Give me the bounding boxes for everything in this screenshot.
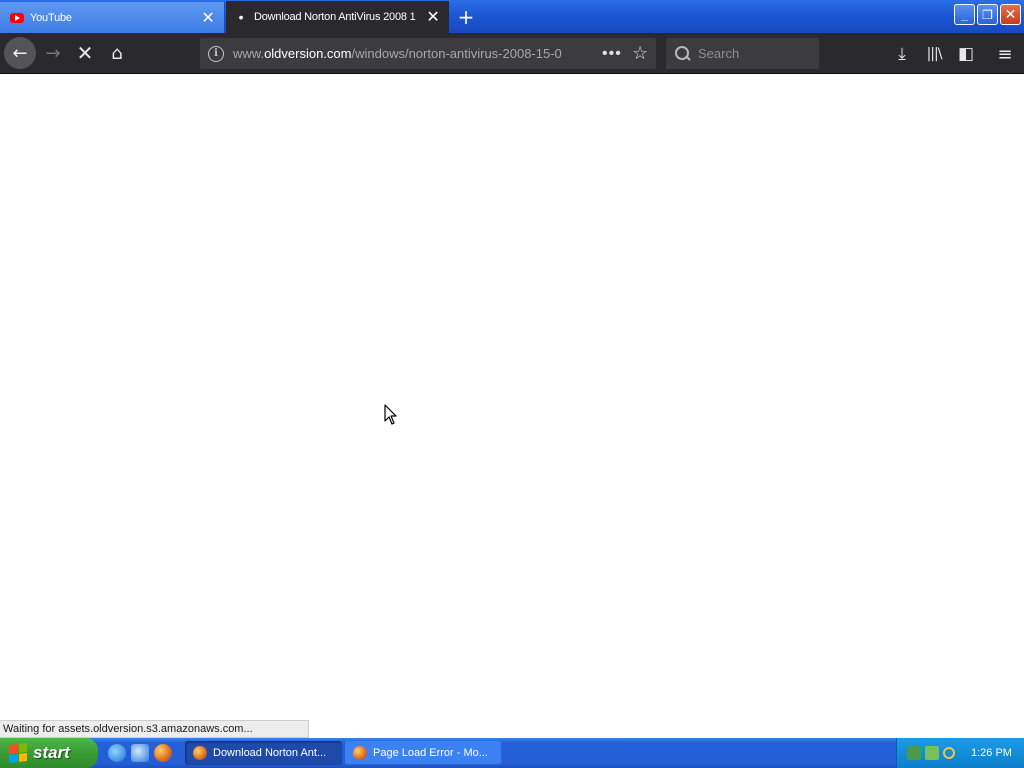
restore-button[interactable]: ❐: [977, 4, 998, 25]
firefox-icon[interactable]: [154, 744, 172, 762]
url-prefix: www.: [233, 46, 265, 61]
clock[interactable]: 1:26 PM: [971, 747, 1012, 759]
hamburger-menu-icon[interactable]: ≡: [993, 42, 1017, 66]
page-content: [0, 74, 1024, 738]
taskbar-item-download-norton[interactable]: Download Norton Ant...: [185, 741, 342, 765]
url-path: /windows/norton-antivirus-2008-15-0: [351, 46, 562, 61]
new-tab-button[interactable]: +: [454, 5, 478, 29]
start-label: start: [33, 743, 70, 762]
tab-close-icon[interactable]: ✕: [423, 7, 443, 27]
site-info-icon[interactable]: i: [208, 45, 224, 62]
outlook-express-icon[interactable]: [131, 744, 149, 762]
bookmark-star-icon[interactable]: ☆: [632, 43, 648, 64]
navigation-toolbar: ← → ✕ ⌂ i www.oldversion.com/windows/nor…: [0, 33, 1024, 74]
mouse-cursor-icon: [384, 404, 397, 425]
forward-button[interactable]: →: [37, 37, 69, 69]
url-domain: oldversion.com: [264, 46, 352, 61]
taskbar: start Download Norton Ant... Page Load E…: [0, 738, 1024, 768]
search-icon: [674, 45, 692, 63]
browser-tab-strip: YouTube ✕ • Download Norton AntiVirus 20…: [0, 0, 1024, 33]
youtube-icon: [10, 12, 24, 23]
windows-logo-icon: [9, 743, 27, 763]
taskbar-item-page-load-error[interactable]: Page Load Error - Mo...: [345, 741, 502, 765]
home-button[interactable]: ⌂: [101, 37, 133, 69]
network-icon[interactable]: [907, 746, 921, 760]
library-icon[interactable]: |||\: [922, 42, 946, 66]
search-bar[interactable]: [666, 38, 819, 69]
internet-explorer-icon[interactable]: [108, 744, 126, 762]
close-window-button[interactable]: ✕: [1000, 4, 1021, 25]
url-text[interactable]: www.oldversion.com/windows/norton-antivi…: [233, 46, 569, 61]
search-input[interactable]: [698, 46, 808, 61]
downloads-icon[interactable]: ⤓: [890, 42, 914, 66]
safely-remove-hardware-icon[interactable]: [925, 746, 939, 760]
page-actions-icon[interactable]: •••: [602, 45, 622, 63]
search-tray-icon[interactable]: [943, 747, 955, 759]
sidebar-icon[interactable]: ◧: [954, 42, 978, 66]
taskbar-item-label: Page Load Error - Mo...: [373, 747, 488, 759]
taskbar-item-label: Download Norton Ant...: [213, 747, 327, 759]
address-bar[interactable]: i www.oldversion.com/windows/norton-anti…: [200, 38, 656, 69]
system-tray: 1:26 PM: [896, 738, 1024, 768]
tab-download-norton[interactable]: • Download Norton AntiVirus 2008 1 ✕: [226, 1, 449, 33]
status-bar: Waiting for assets.oldversion.s3.amazona…: [0, 720, 309, 738]
tab-label: Download Norton AntiVirus 2008 1: [254, 11, 416, 23]
tab-close-icon[interactable]: ✕: [198, 8, 218, 28]
loading-dot-icon: •: [238, 9, 244, 25]
back-button[interactable]: ←: [4, 37, 36, 69]
firefox-icon: [193, 746, 207, 760]
firefox-icon: [353, 746, 367, 760]
start-button[interactable]: start: [0, 738, 98, 768]
minimize-button[interactable]: _: [954, 4, 975, 25]
tab-youtube[interactable]: YouTube ✕: [0, 2, 225, 33]
stop-button[interactable]: ✕: [69, 37, 101, 69]
tab-label: YouTube: [30, 11, 72, 24]
